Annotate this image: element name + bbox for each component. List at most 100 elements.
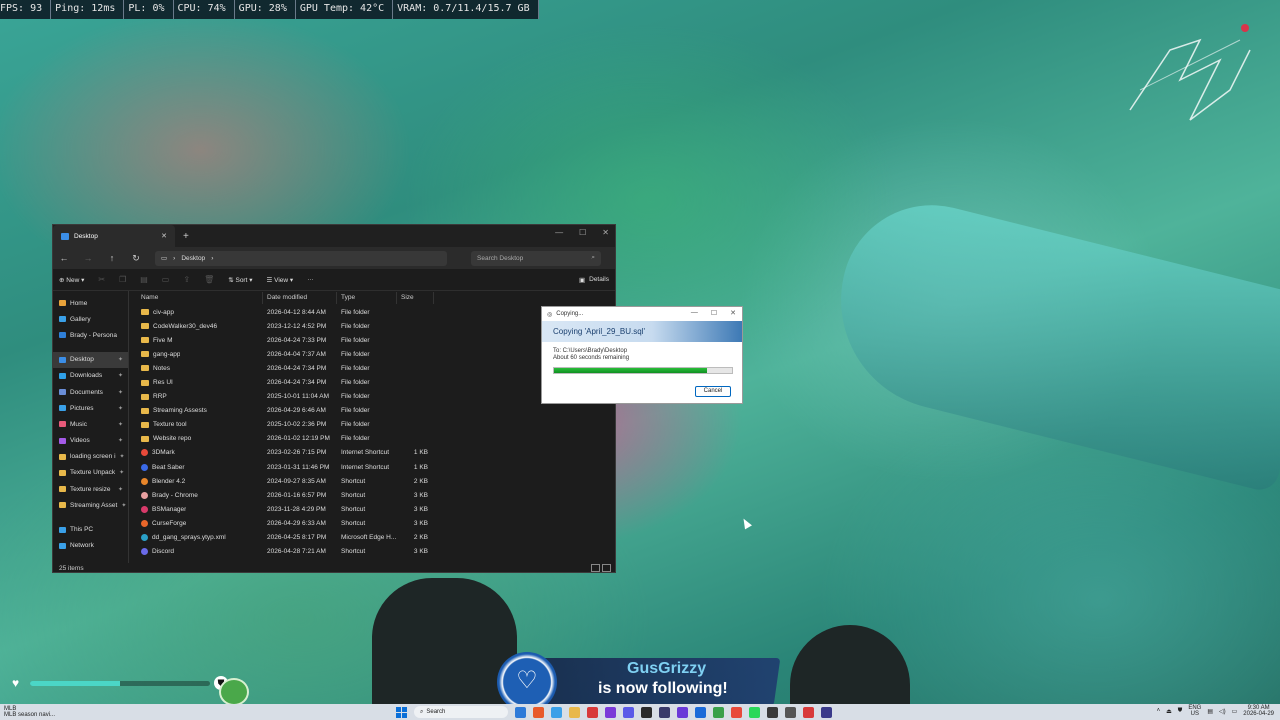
sidebar-item-downloads[interactable]: Downloads ✦ bbox=[53, 368, 128, 384]
clock[interactable]: 9:30 AM 2026-04-29 bbox=[1243, 705, 1274, 717]
paste-icon[interactable]: ▤ bbox=[140, 275, 148, 284]
sidebar-item-loading-screen-i[interactable]: loading screen i ✦ bbox=[53, 449, 128, 465]
volume-icon[interactable]: ◁) bbox=[1219, 708, 1226, 715]
taskbar-app-icon[interactable] bbox=[677, 706, 688, 718]
close-tab-icon[interactable]: ✕ bbox=[161, 232, 167, 240]
close-window-button[interactable]: ✕ bbox=[602, 228, 609, 237]
minimize-button[interactable]: — bbox=[691, 309, 698, 317]
table-row[interactable]: Brady - Chrome 2026-01-16 6:57 PM Shortcut… bbox=[137, 488, 615, 502]
table-row[interactable]: Website repo 2026-01-02 12:19 PM File fold… bbox=[137, 432, 615, 446]
folder-icon bbox=[59, 542, 66, 549]
tab-desktop[interactable]: Desktop ✕ bbox=[53, 225, 175, 247]
search-input[interactable]: Search Desktop ⌕ bbox=[471, 250, 601, 266]
maximize-button[interactable]: ☐ bbox=[579, 228, 586, 237]
view-button[interactable]: ☰ View ▾ bbox=[266, 276, 293, 284]
taskbar-app-icon[interactable] bbox=[659, 706, 670, 718]
sidebar-item-desktop[interactable]: Desktop ✦ bbox=[53, 351, 128, 368]
taskbar-app-icon[interactable] bbox=[569, 706, 580, 718]
battery-icon[interactable]: ▭ bbox=[1232, 708, 1238, 715]
taskbar-app-icon[interactable] bbox=[821, 706, 832, 718]
table-row[interactable]: Beat Saber 2023-01-31 11:46 PM Internet Sh… bbox=[137, 460, 615, 474]
windows-start-icon[interactable] bbox=[396, 706, 407, 718]
taskbar-app-icon[interactable] bbox=[803, 706, 814, 718]
usb-icon[interactable]: ⏏ bbox=[1166, 708, 1172, 715]
new-button[interactable]: ⊕ New ▾ bbox=[59, 276, 84, 284]
sidebar-item-label: loading screen i bbox=[70, 453, 116, 461]
maximize-button[interactable]: ☐ bbox=[711, 309, 717, 317]
new-tab-button[interactable]: + bbox=[183, 231, 189, 242]
taskbar-app-icon[interactable] bbox=[713, 706, 724, 718]
sidebar-item-music[interactable]: Music ✦ bbox=[53, 416, 128, 432]
share-icon[interactable]: ⇪ bbox=[183, 275, 190, 284]
cancel-button[interactable]: Cancel bbox=[695, 386, 731, 397]
details-view-toggle[interactable] bbox=[591, 564, 600, 572]
minimize-button[interactable]: — bbox=[555, 228, 563, 237]
taskbar-app-icon[interactable] bbox=[785, 706, 796, 718]
breadcrumb-desktop[interactable]: Desktop bbox=[181, 255, 205, 262]
taskbar-app-icon[interactable] bbox=[767, 706, 778, 718]
taskbar-app-icon[interactable] bbox=[587, 706, 598, 718]
taskbar-app-icon[interactable] bbox=[605, 706, 616, 718]
table-row[interactable]: Blender 4.2 2024-09-27 8:35 AM Shortcut 2 K… bbox=[137, 474, 615, 488]
column-header-date-modified[interactable]: Date modified bbox=[263, 292, 337, 304]
sidebar-item-pictures[interactable]: Pictures ✦ bbox=[53, 400, 128, 416]
table-row[interactable]: Discord 2026-04-28 7:21 AM Shortcut 3 KB bbox=[137, 545, 615, 559]
folder-icon bbox=[59, 526, 66, 533]
sidebar-item-streaming-asset[interactable]: Streaming Asset ✦ bbox=[53, 497, 128, 513]
table-row[interactable]: Streaming Assests 2026-04-29 6:46 AM File … bbox=[137, 404, 615, 418]
taskbar-app-icon[interactable] bbox=[515, 706, 526, 718]
overlay-stat: GPU: 28% bbox=[235, 0, 296, 19]
taskbar-search[interactable]: ⌕ Search bbox=[414, 706, 508, 718]
taskbar-app-icon[interactable] bbox=[533, 706, 544, 718]
address-field[interactable]: ▭ › Desktop › bbox=[155, 250, 447, 266]
details-pane-button[interactable]: ▣ Details bbox=[579, 276, 609, 284]
sidebar-item-texture-unpack[interactable]: Texture Unpack ✦ bbox=[53, 465, 128, 481]
sidebar-item-brady-persona[interactable]: Brady - Persona bbox=[53, 327, 128, 343]
back-button[interactable]: ← bbox=[59, 253, 69, 263]
table-row[interactable]: Texture tool 2025-10-02 2:36 PM File folde… bbox=[137, 418, 615, 432]
heart-icon: ♥ bbox=[12, 676, 20, 690]
sidebar-item-home[interactable]: Home bbox=[53, 295, 128, 311]
language-indicator[interactable]: ENG US bbox=[1188, 705, 1201, 717]
file-name-cell: Website repo bbox=[137, 435, 263, 442]
progress-fill bbox=[554, 368, 708, 373]
taskbar-app-icon[interactable] bbox=[749, 706, 760, 718]
delete-icon[interactable]: 🗑 bbox=[204, 275, 214, 284]
sidebar-item-texture-resize[interactable]: Texture resize ✦ bbox=[53, 481, 128, 497]
cut-icon[interactable]: ✂ bbox=[98, 275, 105, 284]
details-label: Details bbox=[589, 276, 609, 283]
security-icon[interactable]: ⛊ bbox=[1178, 708, 1183, 715]
taskbar-app-icon[interactable] bbox=[695, 706, 706, 718]
refresh-button[interactable]: ↻ bbox=[131, 253, 141, 264]
more-options-button[interactable]: ··· bbox=[307, 276, 314, 283]
chevron-up-icon[interactable]: ˄ bbox=[1157, 708, 1161, 714]
streamer-logo-watermark bbox=[1129, 24, 1251, 121]
folder-icon bbox=[59, 300, 66, 307]
taskbar-app-icon[interactable] bbox=[731, 706, 742, 718]
network-icon[interactable]: ▤ bbox=[1207, 708, 1213, 715]
taskbar-app-icon[interactable] bbox=[641, 706, 652, 718]
column-header-size[interactable]: Size bbox=[397, 292, 434, 304]
file-name-cell: BSManager bbox=[137, 505, 263, 513]
sidebar-item-documents[interactable]: Documents ✦ bbox=[53, 384, 128, 400]
taskbar-app-icon[interactable] bbox=[551, 706, 562, 718]
table-row[interactable]: BSManager 2023-11-28 4:29 PM Shortcut 3 KB bbox=[137, 502, 615, 516]
forward-button[interactable]: → bbox=[83, 253, 93, 263]
widgets-button[interactable]: MLB MLB season navi... bbox=[0, 706, 120, 718]
column-header-type[interactable]: Type bbox=[337, 292, 397, 304]
taskbar-app-icon[interactable] bbox=[623, 706, 634, 718]
sidebar-item-network[interactable]: Network bbox=[53, 538, 128, 554]
sidebar-item-videos[interactable]: Videos ✦ bbox=[53, 433, 128, 449]
copy-icon[interactable]: ❐ bbox=[119, 275, 126, 284]
sidebar-item-this-pc[interactable]: This PC bbox=[53, 521, 128, 537]
rename-icon[interactable]: ▭ bbox=[162, 275, 170, 284]
tiles-view-toggle[interactable] bbox=[602, 564, 611, 572]
close-dialog-button[interactable]: ✕ bbox=[730, 309, 736, 317]
table-row[interactable]: CurseForge 2026-04-29 6:33 AM Shortcut 3 KB bbox=[137, 516, 615, 530]
column-header-name[interactable]: Name bbox=[137, 292, 263, 304]
table-row[interactable]: dd_gang_sprays.ytyp.xml 2026-04-25 8:17 P… bbox=[137, 531, 615, 545]
sort-button[interactable]: ⇅ Sort ▾ bbox=[228, 276, 252, 284]
sidebar-item-gallery[interactable]: Gallery bbox=[53, 311, 128, 327]
up-button[interactable]: ↑ bbox=[107, 253, 117, 263]
table-row[interactable]: 3DMark 2023-02-26 7:15 PM Internet Shortcu… bbox=[137, 446, 615, 460]
